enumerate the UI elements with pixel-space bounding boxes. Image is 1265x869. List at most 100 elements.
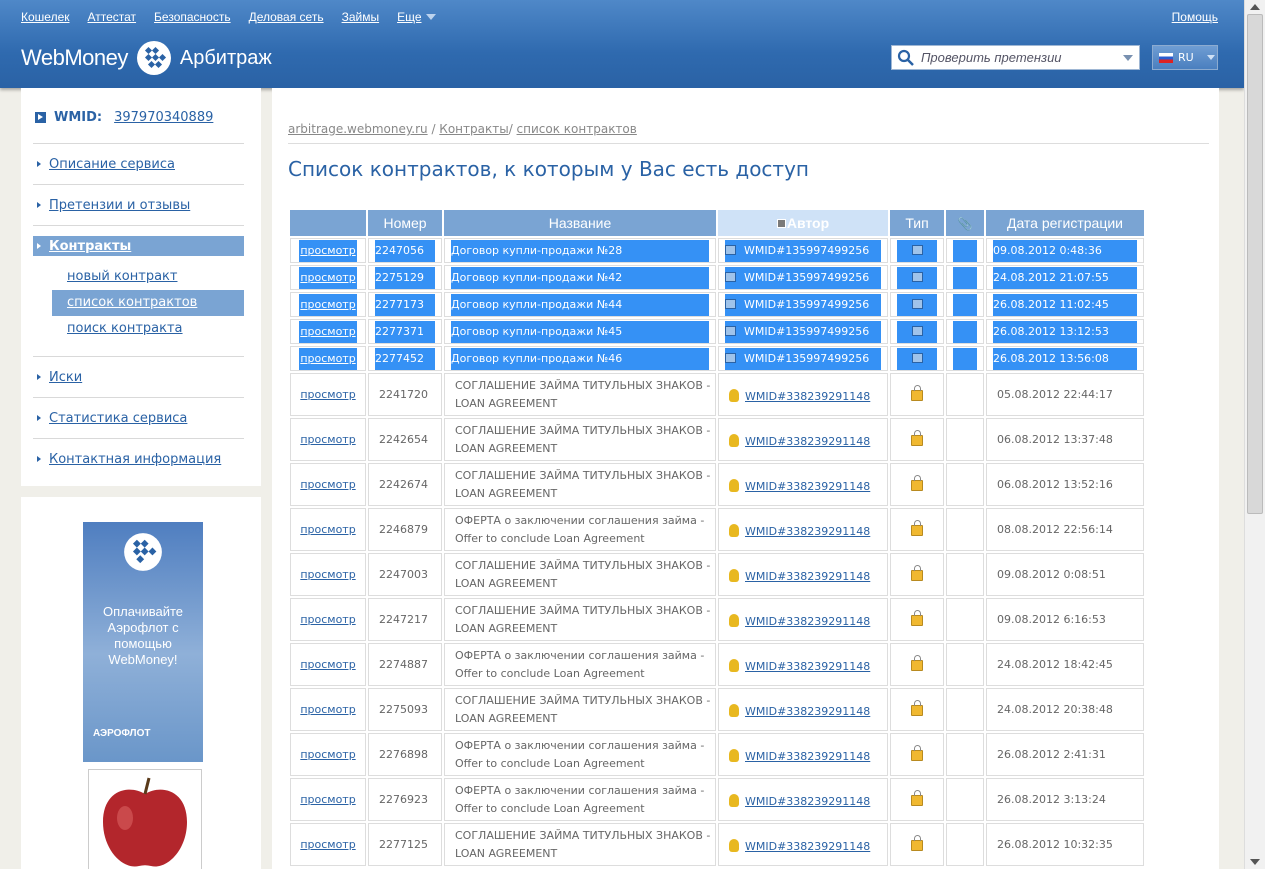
col-author[interactable]: Автор — [718, 210, 888, 236]
sidebar-item-contacts[interactable]: Контактная информация — [33, 438, 244, 479]
nav-attestat[interactable]: Аттестат — [88, 10, 137, 24]
nav-wallet[interactable]: Кошелек — [21, 10, 70, 24]
apple-banner[interactable] — [88, 769, 202, 869]
view-link[interactable]: просмотр — [300, 838, 355, 851]
table-header: Номер Название Автор Тип 📎 Дата регистра… — [290, 210, 1144, 236]
breadcrumb-home[interactable]: arbitrage.webmoney.ru — [288, 122, 428, 136]
author-link[interactable]: WMID#338239291148 — [745, 840, 870, 853]
view-link[interactable]: просмотр — [300, 478, 355, 491]
col-date[interactable]: Дата регистрации — [986, 210, 1144, 236]
wmid-link[interactable]: 397970340889 — [114, 110, 213, 125]
nav-loans[interactable]: Займы — [342, 10, 380, 24]
cell-attachment — [946, 463, 984, 506]
aeroflot-banner[interactable]: Оплачивайте Аэрофлот с помощью WebMoney!… — [83, 522, 203, 762]
sidebar-item-claims[interactable]: Претензии и отзывы — [33, 184, 244, 225]
author-link[interactable]: WMID#338239291148 — [745, 705, 870, 718]
col-action — [290, 210, 366, 236]
help-link[interactable]: Помощь — [1172, 10, 1218, 24]
breadcrumb-contracts[interactable]: Контракты — [439, 122, 508, 136]
webmoney-globe-icon — [136, 41, 171, 75]
view-link[interactable]: просмотр — [300, 388, 355, 401]
col-name[interactable]: Название — [444, 210, 716, 236]
view-link[interactable]: просмотр — [300, 658, 355, 671]
cell-name: Договор купли-продажи №45 — [444, 319, 716, 344]
lock-icon — [911, 699, 923, 716]
view-link[interactable]: просмотр — [300, 433, 355, 446]
chevron-down-icon[interactable] — [1123, 55, 1133, 61]
contract-name: Договор купли-продажи №45 — [451, 324, 623, 338]
sidebar-item-label[interactable]: Контактная информация — [49, 452, 221, 467]
claims-search[interactable]: Проверить претензии — [891, 45, 1140, 70]
nav-business-net[interactable]: Деловая сеть — [249, 10, 324, 24]
scroll-thumb[interactable] — [1247, 14, 1263, 514]
lock-icon — [911, 429, 923, 446]
language-select[interactable]: RU — [1152, 45, 1218, 70]
view-link[interactable]: просмотр — [300, 613, 355, 626]
contract-number: 2277452 — [375, 351, 424, 365]
sidebar-item-label[interactable]: Претензии и отзывы — [49, 198, 190, 213]
top-nav: Кошелек Аттестат Безопасность Деловая се… — [21, 10, 436, 24]
cell-number: 2242674 — [368, 463, 442, 506]
view-link[interactable]: просмотр — [300, 352, 355, 365]
view-link[interactable]: просмотр — [300, 523, 355, 536]
view-link[interactable]: просмотр — [300, 703, 355, 716]
registration-date: 05.08.2012 22:44:17 — [997, 388, 1113, 401]
author-link[interactable]: WMID#338239291148 — [745, 570, 870, 583]
sidebar-item-contracts-bar[interactable]: Контракты — [33, 236, 244, 256]
contract-name: СОГЛАШЕНИЕ ЗАЙМА ТИТУЛЬНЫХ ЗНАКОВ - LOAN… — [455, 693, 711, 725]
view-link[interactable]: просмотр — [300, 793, 355, 806]
document-icon — [911, 244, 923, 255]
cell-date: 26.08.2012 10:32:35 — [986, 823, 1144, 866]
author-link[interactable]: WMID#338239291148 — [745, 435, 870, 448]
author-link[interactable]: WMID#338239291148 — [745, 615, 870, 628]
logo[interactable]: WebMoney Арбитраж — [21, 40, 272, 76]
nav-security[interactable]: Безопасность — [154, 10, 231, 24]
sidebar-subitem-contract-search[interactable]: поиск контракта — [33, 316, 244, 342]
scroll-down-icon[interactable] — [1250, 859, 1260, 865]
sidebar-item-label[interactable]: Иски — [49, 370, 82, 385]
cell-name: Договор купли-продажи №28 — [444, 238, 716, 263]
lock-icon — [911, 789, 923, 806]
chevron-down-icon — [1206, 55, 1215, 60]
sidebar-item-label[interactable]: Контракты — [49, 239, 131, 254]
contract-name: ОФЕРТА о заключении соглашения займа - O… — [455, 648, 705, 680]
contract-number: 2277173 — [375, 297, 424, 311]
col-type[interactable]: Тип — [890, 210, 944, 236]
search-placeholder: Проверить претензии — [921, 50, 1062, 65]
sidebar-subitem-contract-list[interactable]: список контрактов — [52, 290, 244, 316]
registration-date: 24.08.2012 18:42:45 — [997, 658, 1113, 671]
col-number[interactable]: Номер — [368, 210, 442, 236]
table-row: просмотр 2275129 Договор купли-продажи №42… — [290, 265, 1144, 290]
view-link[interactable]: просмотр — [300, 748, 355, 761]
sidebar-item-description[interactable]: Описание сервиса — [33, 143, 244, 184]
sidebar-item-label[interactable]: Описание сервиса — [49, 157, 175, 172]
view-link[interactable]: просмотр — [300, 325, 355, 338]
author-link[interactable]: WMID#338239291148 — [745, 480, 870, 493]
cell-date: 24.08.2012 21:07:55 — [986, 265, 1144, 290]
breadcrumb-list[interactable]: список контрактов — [517, 122, 637, 136]
logo-text: WebMoney — [21, 45, 128, 70]
nav-more[interactable]: Еще — [397, 10, 436, 24]
author-link[interactable]: WMID#338239291148 — [745, 525, 870, 538]
sidebar-item-suits[interactable]: Иски — [33, 356, 244, 397]
author-link[interactable]: WMID#338239291148 — [745, 660, 870, 673]
sidebar-subitem-new-contract[interactable]: новый контракт — [33, 264, 244, 290]
author-link[interactable]: WMID#338239291148 — [745, 390, 870, 403]
sidebar-item-label[interactable]: Статистика сервиса — [49, 411, 187, 426]
view-link[interactable]: просмотр — [300, 568, 355, 581]
cell-type — [890, 733, 944, 776]
cell-name: СОГЛАШЕНИЕ ЗАЙМА ТИТУЛЬНЫХ ЗНАКОВ - LOAN… — [444, 418, 716, 461]
col-attachment[interactable]: 📎 — [946, 210, 984, 236]
user-icon — [729, 433, 739, 447]
sidebar-item-statistics[interactable]: Статистика сервиса — [33, 397, 244, 438]
view-link[interactable]: просмотр — [300, 244, 355, 257]
author-link[interactable]: WMID#338239291148 — [745, 750, 870, 763]
contract-name: СОГЛАШЕНИЕ ЗАЙМА ТИТУЛЬНЫХ ЗНАКОВ - LOAN… — [455, 558, 711, 590]
view-link[interactable]: просмотр — [300, 271, 355, 284]
table-row: просмотр 2247217 СОГЛАШЕНИЕ ЗАЙМА ТИТУЛЬНЫ… — [290, 598, 1144, 641]
scrollbar[interactable] — [1244, 0, 1265, 869]
author-link[interactable]: WMID#338239291148 — [745, 795, 870, 808]
chevron-down-icon — [425, 14, 436, 20]
view-link[interactable]: просмотр — [300, 298, 355, 311]
scroll-up-icon[interactable] — [1250, 4, 1260, 10]
